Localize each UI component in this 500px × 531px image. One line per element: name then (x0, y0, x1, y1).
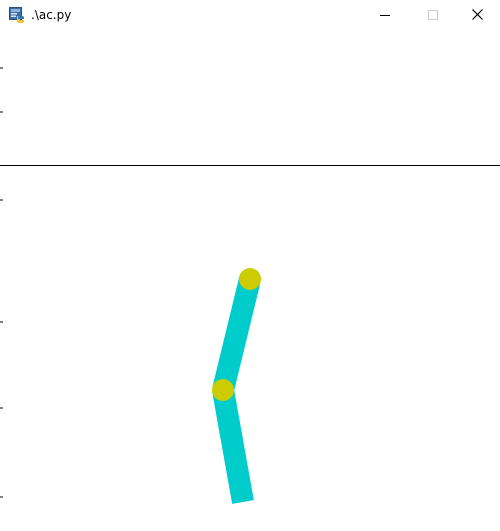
title-bar[interactable]: .\ac.py (0, 0, 500, 30)
app-window: .\ac.py (0, 0, 500, 531)
minimize-button[interactable] (362, 0, 408, 30)
top-joint (239, 268, 261, 290)
minimize-icon (380, 15, 390, 16)
lower-link (212, 388, 254, 504)
maximize-button[interactable] (408, 0, 454, 30)
left-edge-ticks (0, 67, 3, 498)
window-title: .\ac.py (31, 8, 72, 22)
simulation-canvas (0, 30, 500, 531)
close-button[interactable] (454, 0, 500, 30)
close-icon (472, 9, 483, 20)
python-file-icon (9, 7, 25, 23)
middle-joint (212, 379, 234, 401)
maximize-icon (428, 10, 438, 20)
upper-link (212, 276, 261, 393)
